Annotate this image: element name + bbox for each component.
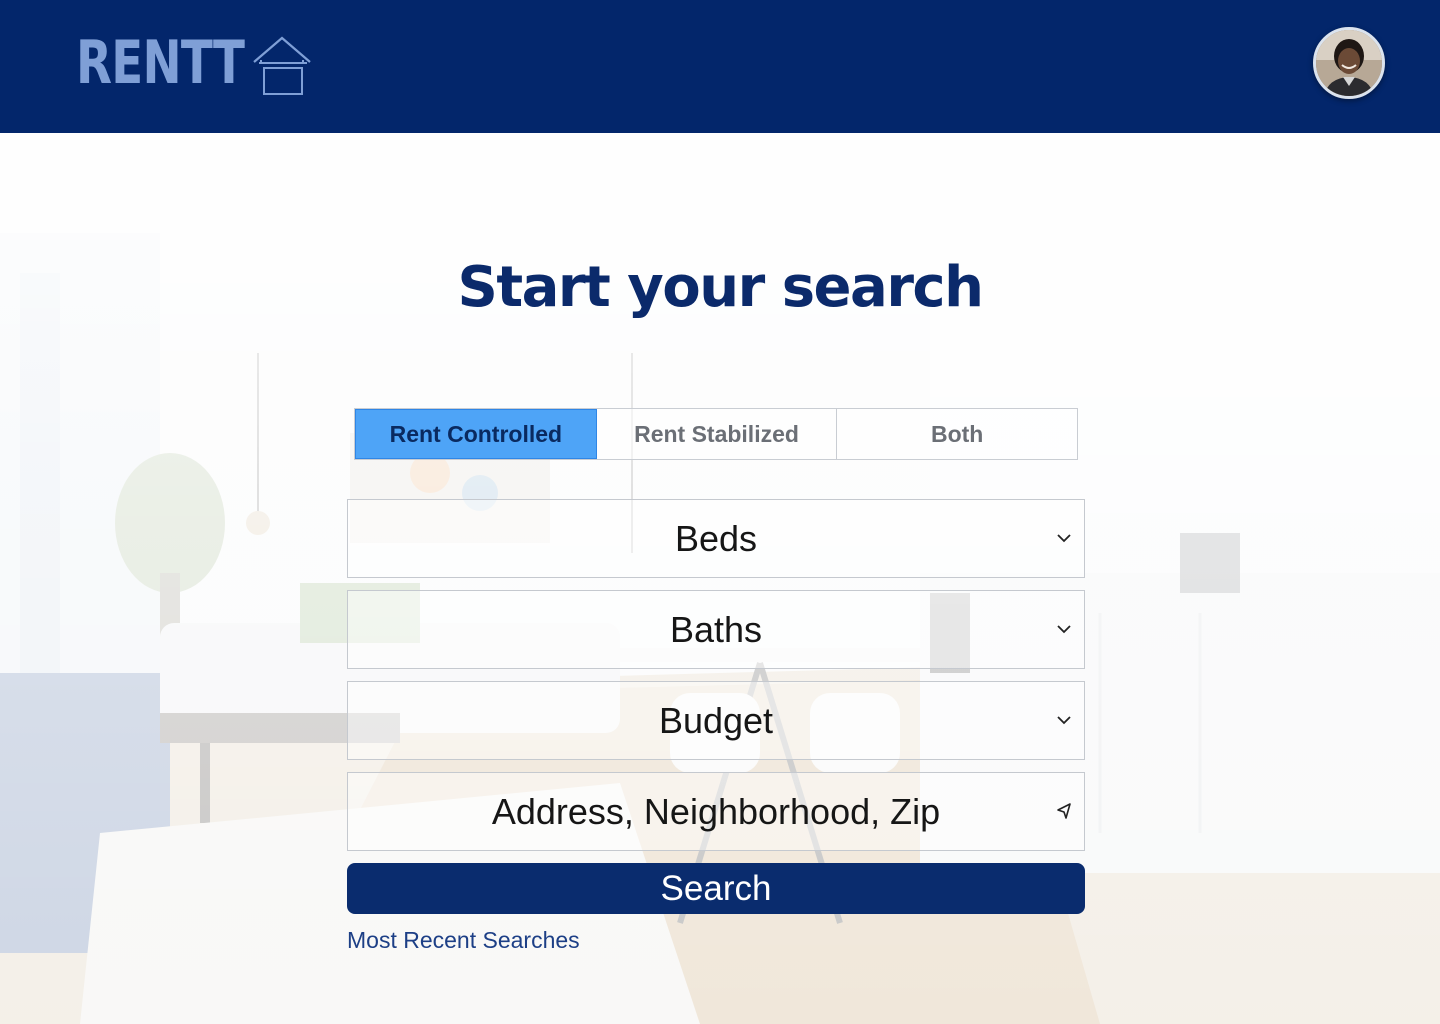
rentt-logo[interactable]: RENTT (76, 26, 311, 100)
rent-controlled-option[interactable]: Rent Controlled (355, 409, 597, 459)
rent-type-toggle: Rent Controlled Rent Stabilized Both (354, 408, 1078, 460)
rent-stabilized-option[interactable]: Rent Stabilized (597, 409, 838, 459)
baths-label: Baths (669, 608, 763, 650)
chevron-down-icon (1057, 625, 1071, 634)
beds-label: Beds (674, 517, 758, 559)
budget-label: Budget (658, 699, 774, 741)
house-outline-icon (253, 36, 311, 95)
chevron-down-icon (1057, 716, 1071, 725)
budget-select[interactable]: Budget (347, 681, 1085, 760)
baths-select[interactable]: Baths (347, 590, 1085, 669)
location-placeholder: Address, Neighborhood, Zip (491, 790, 941, 832)
chevron-down-icon (1057, 534, 1071, 543)
location-input[interactable]: Address, Neighborhood, Zip (347, 772, 1085, 851)
page-title: Start your search (457, 255, 984, 320)
location-arrow-icon[interactable] (1056, 801, 1072, 821)
avatar-photo (1316, 30, 1382, 96)
top-nav-bar: RENTT (0, 0, 1440, 133)
both-option[interactable]: Both (837, 409, 1077, 459)
logo-text: RENTT (76, 28, 245, 98)
user-avatar[interactable] (1313, 27, 1385, 99)
beds-select[interactable]: Beds (347, 499, 1085, 578)
most-recent-searches-link[interactable]: Most Recent Searches (347, 927, 580, 954)
search-button[interactable]: Search (347, 863, 1085, 914)
